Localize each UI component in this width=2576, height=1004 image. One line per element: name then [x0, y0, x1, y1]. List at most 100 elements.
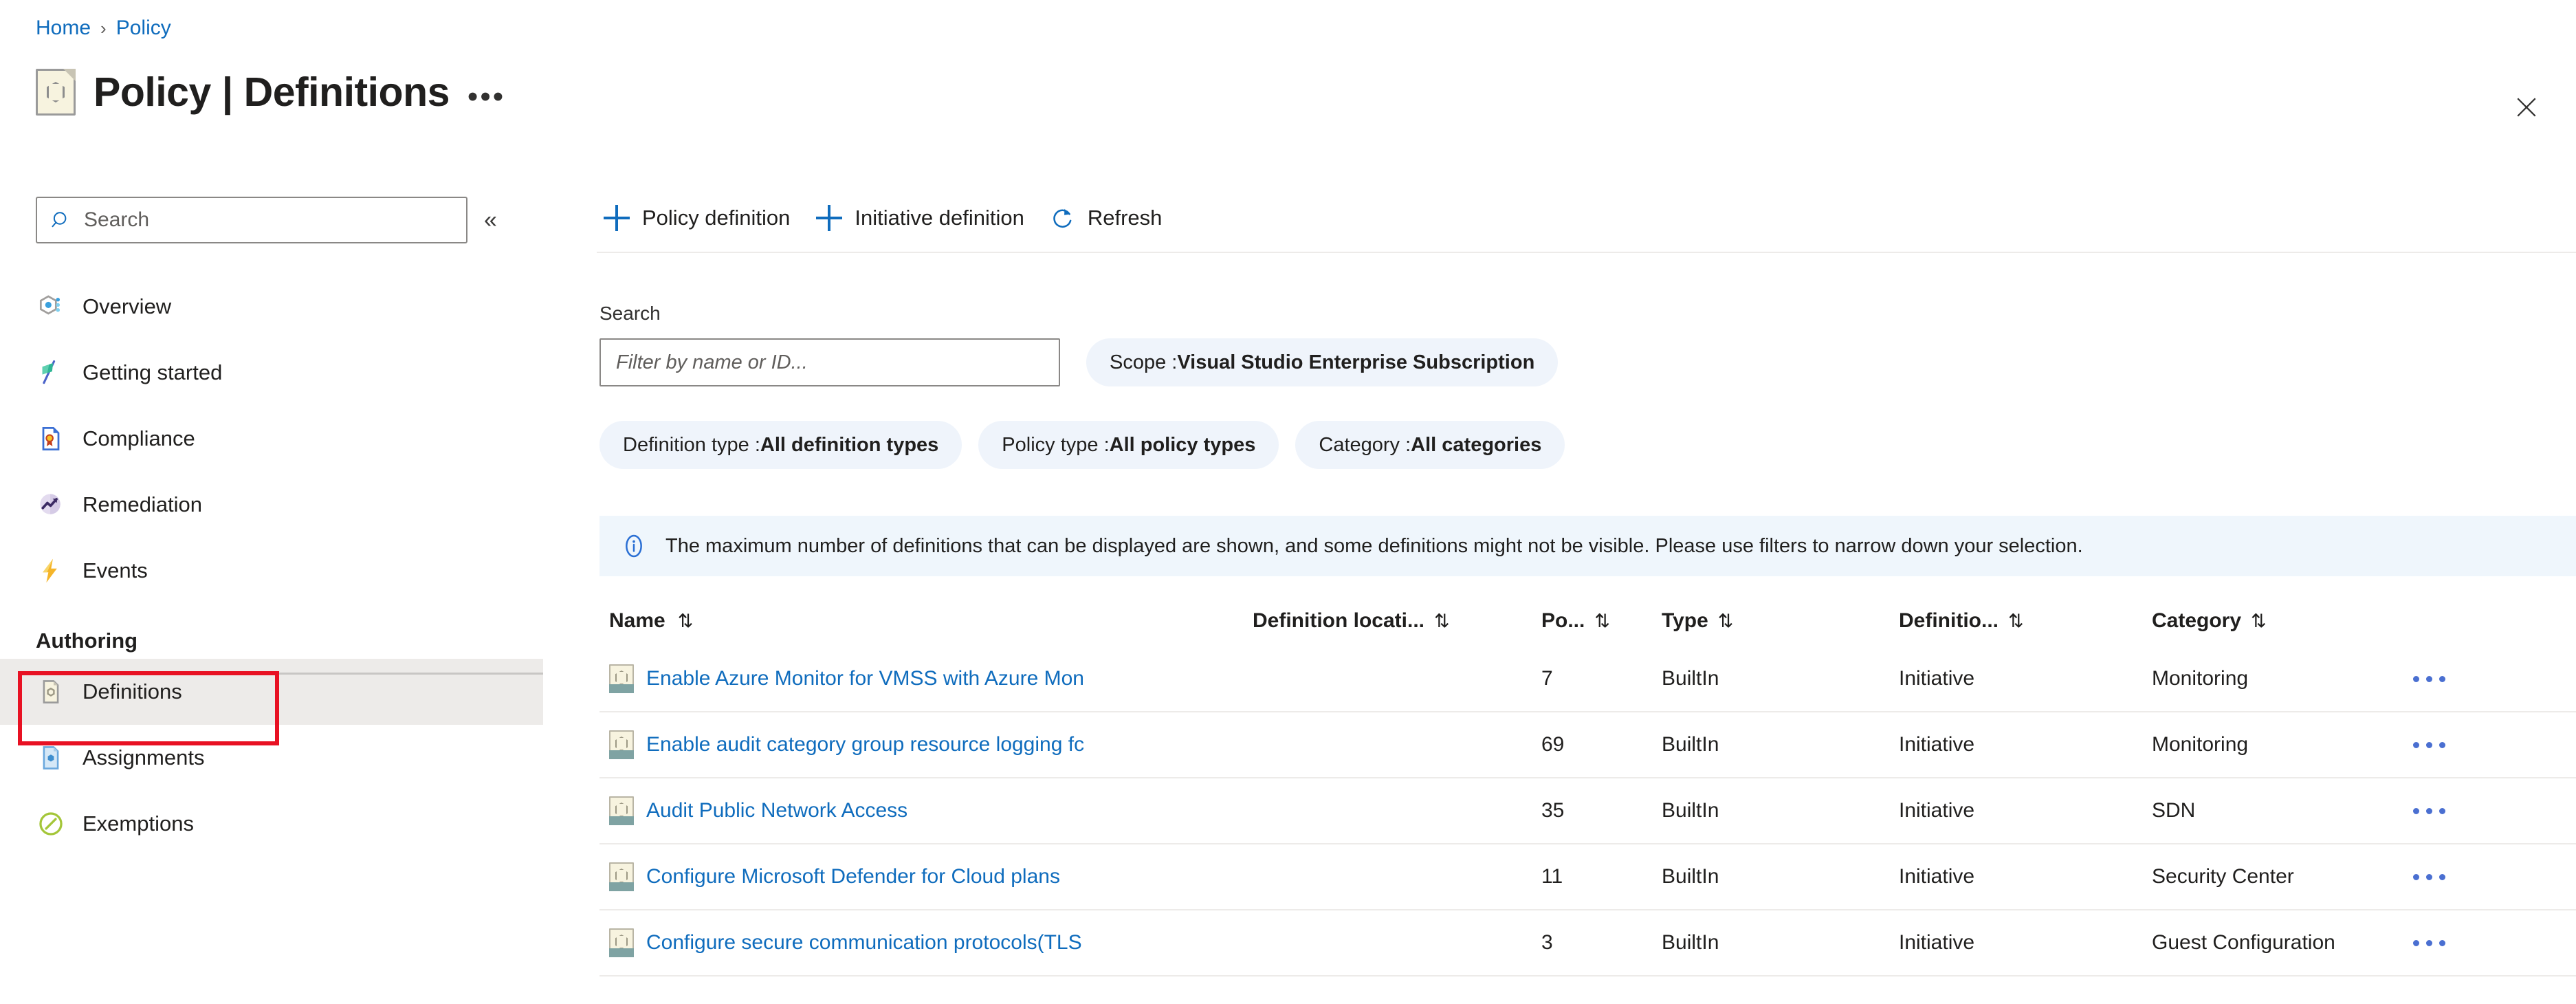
initiative-definition-icon	[609, 664, 634, 693]
column-header-name[interactable]: Name ⇅	[609, 609, 693, 633]
sidebar-item-exemptions[interactable]: Exemptions	[0, 791, 543, 857]
add-initiative-definition-label: Initiative definition	[855, 206, 1024, 230]
filter-pill-definition-type-value: All definition types	[760, 433, 939, 456]
filter-pill-scope-value: Visual Studio Enterprise Subscription	[1177, 351, 1535, 373]
lightning-bolt-icon	[36, 556, 66, 586]
definition-name-cell: Enable Azure Monitor for VMSS with Azure…	[609, 664, 1084, 693]
policy-definition-icon	[36, 69, 76, 116]
definition-name-link[interactable]: Configure Microsoft Defender for Cloud p…	[646, 865, 1060, 888]
add-policy-definition-label: Policy definition	[642, 206, 791, 230]
refresh-icon	[1053, 208, 1072, 228]
search-icon	[52, 212, 67, 228]
toolbar-divider	[597, 252, 2576, 253]
filter-pill-row: Definition type : All definition types P…	[599, 421, 1565, 469]
sidebar-item-remediation[interactable]: Remediation	[0, 472, 543, 538]
row-actions-menu[interactable]	[2399, 863, 2459, 891]
sidebar-item-definitions[interactable]: Definitions	[0, 659, 543, 725]
sidebar-item-label: Exemptions	[82, 811, 194, 836]
type-cell: BuiltIn	[1662, 799, 1719, 822]
filter-pill-scope-key: Scope :	[1110, 351, 1178, 373]
breadcrumb-home[interactable]: Home	[36, 17, 91, 40]
search-input-placeholder: Search	[84, 208, 150, 231]
sidebar-item-label: Definitions	[82, 679, 182, 703]
sidebar-item-label: Assignments	[82, 745, 205, 770]
category-cell: Monitoring	[2152, 733, 2249, 756]
compliance-badge-icon	[36, 424, 66, 454]
plus-icon	[816, 205, 843, 231]
table-row: Enable Azure Monitor for VMSS with Azure…	[599, 646, 2576, 712]
filter-pill-category[interactable]: Category : All categories	[1295, 421, 1565, 469]
category-cell: Security Center	[2152, 865, 2294, 888]
definitions-table: Name ⇅ Definition locati... ⇅ Po... ⇅ Ty…	[599, 596, 2576, 976]
sort-icon: ⇅	[677, 610, 694, 631]
ellipsis-icon[interactable]	[2399, 863, 2459, 891]
filter-search-placeholder: Filter by name or ID...	[616, 351, 808, 373]
definition-type-cell: Initiative	[1899, 931, 1975, 954]
policy-overview-icon	[36, 292, 66, 322]
type-cell: BuiltIn	[1662, 667, 1719, 690]
definitions-divider	[36, 673, 543, 675]
row-actions-menu[interactable]	[2399, 665, 2459, 693]
ellipsis-icon[interactable]	[2399, 731, 2459, 759]
plus-icon	[604, 205, 630, 231]
sidebar-item-getting-started[interactable]: Getting started	[0, 340, 543, 406]
assignments-icon	[36, 743, 66, 773]
refresh-button[interactable]: Refresh	[1044, 199, 1182, 237]
definition-name-link[interactable]: Enable Azure Monitor for VMSS with Azure…	[646, 667, 1084, 690]
breadcrumb: Home › Policy	[36, 17, 171, 40]
filter-pill-definition-type[interactable]: Definition type : All definition types	[599, 421, 962, 469]
definition-type-cell: Initiative	[1899, 733, 1975, 756]
add-policy-definition-button[interactable]: Policy definition	[597, 198, 809, 238]
filter-pill-scope[interactable]: Scope : Visual Studio Enterprise Subscri…	[1086, 338, 1559, 386]
definition-name-link[interactable]: Configure secure communication protocols…	[646, 931, 1082, 954]
definition-name-link[interactable]: Enable audit category group resource log…	[646, 733, 1084, 756]
definitions-icon	[36, 677, 66, 707]
page-title-row: Policy | Definitions •••	[36, 69, 505, 116]
definition-name-link[interactable]: Audit Public Network Access	[646, 799, 907, 822]
ellipsis-icon[interactable]	[2399, 929, 2459, 957]
type-cell: BuiltIn	[1662, 733, 1719, 756]
column-header-definition-location[interactable]: Definition locati... ⇅	[1253, 609, 1450, 633]
add-initiative-definition-button[interactable]: Initiative definition	[809, 198, 1043, 238]
ellipsis-icon[interactable]	[2399, 797, 2459, 825]
filter-pill-policy-type[interactable]: Policy type : All policy types	[978, 421, 1279, 469]
table-row: Configure Microsoft Defender for Cloud p…	[599, 844, 2576, 910]
row-actions-menu[interactable]	[2399, 731, 2459, 759]
search-input[interactable]: Search	[36, 197, 467, 243]
column-header-policies[interactable]: Po... ⇅	[1541, 609, 1610, 633]
ellipsis-icon[interactable]	[2399, 665, 2459, 693]
sidebar-item-compliance[interactable]: Compliance	[0, 406, 543, 472]
definition-name-cell: Configure secure communication protocols…	[609, 928, 1082, 957]
sort-icon: ⇅	[2251, 610, 2267, 631]
definition-type-cell: Initiative	[1899, 799, 1975, 822]
collapse-sidebar-icon[interactable]: «	[484, 208, 497, 232]
column-header-type[interactable]: Type ⇅	[1662, 609, 1733, 633]
category-cell: Guest Configuration	[2152, 931, 2335, 954]
sidebar-item-label: Remediation	[82, 492, 203, 516]
breadcrumb-separator: ›	[100, 17, 107, 39]
sidebar-item-assignments[interactable]: Assignments	[0, 725, 543, 791]
row-actions-menu[interactable]	[2399, 929, 2459, 957]
column-header-category[interactable]: Category ⇅	[2152, 609, 2267, 633]
sidebar-item-label: Overview	[82, 294, 172, 318]
refresh-label: Refresh	[1087, 206, 1163, 230]
main-content: Policy definition Initiative definition …	[583, 0, 2576, 1004]
sidebar-item-label: Compliance	[82, 426, 195, 450]
sort-icon: ⇅	[1717, 610, 1734, 631]
table-row: Audit Public Network Access 35 BuiltIn I…	[599, 778, 2576, 844]
table-header-row: Name ⇅ Definition locati... ⇅ Po... ⇅ Ty…	[599, 596, 2576, 646]
filter-pill-policy-type-key: Policy type :	[1002, 433, 1110, 456]
type-cell: BuiltIn	[1662, 865, 1719, 888]
table-row: Configure secure communication protocols…	[599, 910, 2576, 976]
page-more-icon[interactable]: •••	[467, 80, 505, 112]
breadcrumb-policy[interactable]: Policy	[116, 17, 171, 40]
row-actions-menu[interactable]	[2399, 797, 2459, 825]
info-banner-text: The maximum number of definitions that c…	[665, 534, 2083, 557]
sidebar-item-overview[interactable]: Overview	[0, 274, 543, 340]
column-header-definition-type[interactable]: Definitio... ⇅	[1899, 609, 2024, 633]
sort-icon: ⇅	[2008, 610, 2024, 631]
filter-search-input[interactable]: Filter by name or ID...	[599, 338, 1060, 386]
sidebar-item-events[interactable]: Events	[0, 538, 543, 604]
definition-name-cell: Enable audit category group resource log…	[609, 730, 1084, 759]
exemptions-icon	[36, 809, 66, 839]
